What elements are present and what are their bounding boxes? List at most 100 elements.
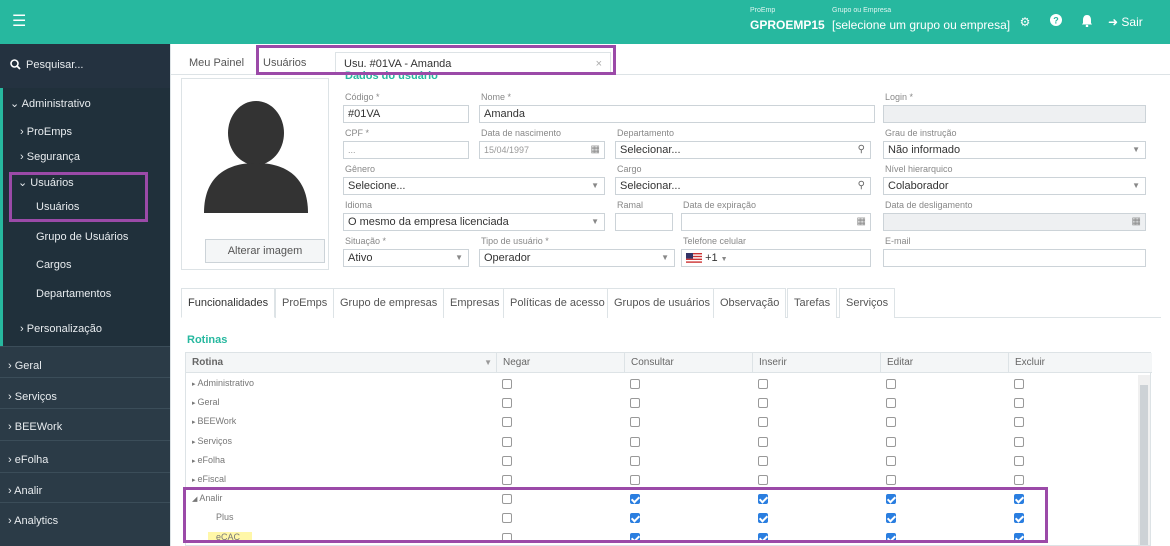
permission-checkbox[interactable]	[886, 494, 896, 505]
sidebar-item-grupo-usuarios[interactable]: Grupo de Usuários	[36, 230, 128, 244]
table-row[interactable]: ◢ Analir	[186, 490, 1136, 509]
sidebar-item-analytics[interactable]: › Analytics	[8, 514, 58, 528]
subtab-observacao[interactable]: Observação	[713, 288, 787, 318]
permission-checkbox[interactable]	[886, 475, 896, 485]
permission-checkbox[interactable]	[886, 417, 896, 428]
permission-checkbox[interactable]	[630, 436, 640, 447]
calendar-icon[interactable]: ▦	[857, 214, 866, 230]
subtab-grupos-usuarios[interactable]: Grupos de usuários	[607, 288, 717, 318]
cargo-field[interactable]: Selecionar... ⚲	[615, 177, 871, 195]
table-row[interactable]: ▸ Administrativo	[186, 375, 1136, 394]
permission-checkbox[interactable]	[502, 475, 512, 485]
permission-checkbox[interactable]	[758, 532, 768, 543]
expiracao-field[interactable]: ▦	[681, 213, 871, 231]
header-consultar[interactable]: Consultar	[624, 353, 752, 373]
sidebar-search[interactable]: Pesquisar...	[0, 44, 170, 88]
login-field[interactable]	[883, 105, 1146, 123]
instrucao-select[interactable]: Não informado ▼	[883, 141, 1146, 159]
permission-checkbox[interactable]	[758, 436, 768, 447]
table-row[interactable]: ▸ Serviços	[186, 433, 1136, 452]
telefone-field[interactable]: +1 ▼	[681, 249, 871, 267]
permission-checkbox[interactable]	[502, 455, 512, 466]
tab-meu-painel[interactable]: Meu Painel	[189, 52, 244, 74]
permission-checkbox[interactable]	[886, 436, 896, 447]
us-flag-icon[interactable]	[686, 253, 702, 264]
subtab-servicos[interactable]: Serviços	[839, 288, 896, 318]
permission-checkbox[interactable]	[502, 532, 512, 543]
logout-button[interactable]: ➜ Sair	[1108, 14, 1143, 30]
table-row[interactable]: ▸ BEEWork	[186, 413, 1136, 432]
table-row[interactable]: Plus	[186, 509, 1136, 528]
gear-icon[interactable]: ⚙	[1017, 14, 1033, 30]
codigo-field[interactable]: #01VA	[343, 105, 469, 123]
email-field[interactable]	[883, 249, 1146, 267]
header-rotina[interactable]: Rotina ▼	[186, 353, 496, 373]
permission-checkbox[interactable]	[502, 494, 512, 505]
subtab-grupo-empresas[interactable]: Grupo de empresas	[333, 288, 445, 318]
alter-image-button[interactable]: Alterar imagem	[205, 239, 325, 263]
permission-checkbox[interactable]	[630, 398, 640, 409]
bell-icon[interactable]	[1079, 14, 1095, 30]
idioma-select[interactable]: O mesmo da empresa licenciada ▼	[343, 213, 605, 231]
ramal-field[interactable]	[615, 213, 673, 231]
permission-checkbox[interactable]	[758, 475, 768, 485]
permission-checkbox[interactable]	[758, 513, 768, 524]
subtab-empresas[interactable]: Empresas	[443, 288, 507, 318]
sidebar-item-usuarios-group[interactable]: ⌄ Usuários	[18, 176, 74, 190]
permission-checkbox[interactable]	[502, 436, 512, 447]
proemp-selector[interactable]: ProEmp GPROEMP15	[750, 6, 825, 33]
permission-checkbox[interactable]	[502, 513, 512, 524]
subtab-proemps[interactable]: ProEmps	[275, 288, 335, 318]
sidebar-item-departamentos[interactable]: Departamentos	[36, 287, 111, 301]
subtab-funcionalidades[interactable]: Funcionalidades	[181, 288, 276, 318]
permission-checkbox[interactable]	[630, 475, 640, 485]
permission-checkbox[interactable]	[758, 398, 768, 409]
sidebar-item-seguranca[interactable]: › Segurança	[20, 150, 80, 164]
header-excluir[interactable]: Excluir	[1008, 353, 1138, 373]
table-row[interactable]: eCAC	[186, 529, 1136, 546]
nivel-select[interactable]: Colaborador ▼	[883, 177, 1146, 195]
search-icon[interactable]: ⚲	[858, 178, 865, 194]
departamento-field[interactable]: Selecionar... ⚲	[615, 141, 871, 159]
table-row[interactable]: ▸ Geral	[186, 394, 1136, 413]
desligamento-field[interactable]: ▦	[883, 213, 1146, 231]
subtab-politicas-acesso[interactable]: Políticas de acesso	[503, 288, 612, 318]
group-selector[interactable]: Grupo ou Empresa [selecione um grupo ou …	[832, 6, 1010, 33]
header-inserir[interactable]: Inserir	[752, 353, 880, 373]
tipo-select[interactable]: Operador ▼	[479, 249, 675, 267]
permission-checkbox[interactable]	[630, 417, 640, 428]
permission-checkbox[interactable]	[886, 379, 896, 389]
permission-checkbox[interactable]	[1014, 436, 1024, 447]
permission-checkbox[interactable]	[886, 513, 896, 524]
permission-checkbox[interactable]	[1014, 379, 1024, 389]
permission-checkbox[interactable]	[630, 532, 640, 543]
table-row[interactable]: ▸ eFolha	[186, 452, 1136, 471]
permission-checkbox[interactable]	[1014, 455, 1024, 466]
close-icon[interactable]: ×	[596, 53, 602, 75]
sidebar-item-cargos[interactable]: Cargos	[36, 258, 71, 272]
genero-select[interactable]: Selecione... ▼	[343, 177, 605, 195]
scrollbar-thumb[interactable]	[1140, 385, 1148, 545]
permission-checkbox[interactable]	[758, 494, 768, 505]
header-editar[interactable]: Editar	[880, 353, 1008, 373]
sidebar-item-geral[interactable]: › Geral	[8, 359, 42, 373]
permission-checkbox[interactable]	[1014, 513, 1024, 524]
permission-checkbox[interactable]	[758, 455, 768, 466]
sidebar-item-usuarios[interactable]: Usuários	[36, 200, 79, 214]
calendar-icon[interactable]: ▦	[591, 142, 600, 158]
sidebar-item-personalizacao[interactable]: › Personalização	[20, 322, 102, 336]
permission-checkbox[interactable]	[1014, 417, 1024, 428]
nome-field[interactable]: Amanda	[479, 105, 875, 123]
help-icon[interactable]: ?	[1048, 14, 1064, 30]
permission-checkbox[interactable]	[886, 532, 896, 543]
sidebar-item-beework[interactable]: › BEEWork	[8, 420, 62, 434]
table-row[interactable]: ▸ eFiscal	[186, 471, 1136, 490]
permission-checkbox[interactable]	[502, 379, 512, 389]
permission-checkbox[interactable]	[630, 494, 640, 505]
permission-checkbox[interactable]	[758, 379, 768, 389]
header-negar[interactable]: Negar	[496, 353, 624, 373]
permission-checkbox[interactable]	[630, 455, 640, 466]
filter-icon[interactable]: ▼	[484, 353, 492, 373]
subtab-tarefas[interactable]: Tarefas	[787, 288, 838, 318]
cpf-field[interactable]: ...	[343, 141, 469, 159]
